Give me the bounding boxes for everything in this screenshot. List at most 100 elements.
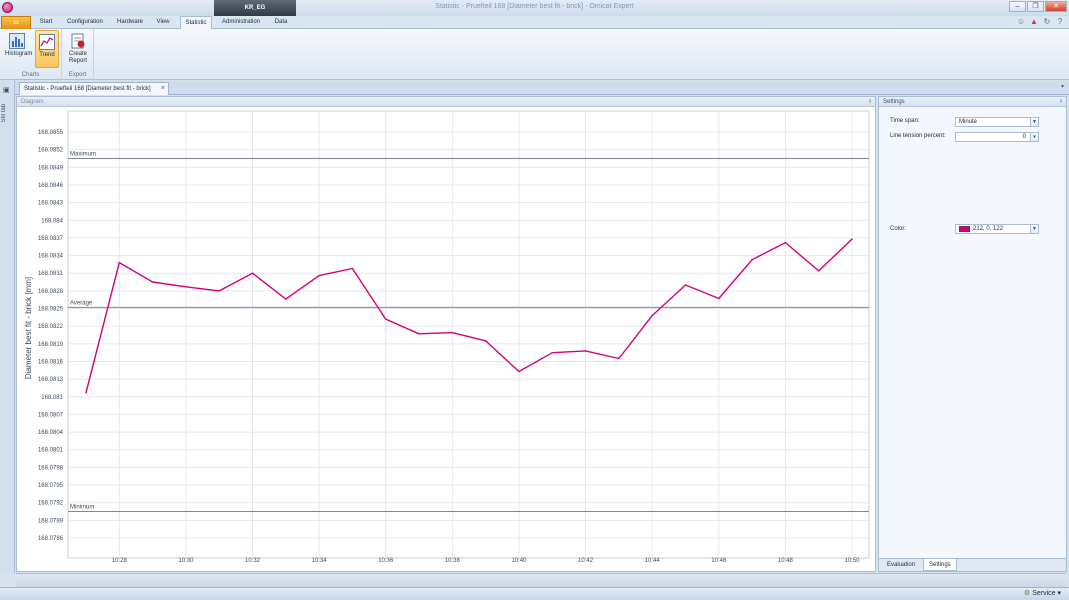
spinner-icon[interactable]: ▾ [1030, 132, 1039, 142]
charts-group: Histogram Trend Charts [0, 29, 62, 80]
data-point [518, 370, 520, 373]
histogram-button[interactable]: Histogram [5, 30, 33, 68]
help-icon[interactable]: ? [1055, 17, 1065, 27]
y-tick-label: 168.0804 [38, 430, 64, 436]
diagram-panel-title: Diagram [21, 99, 44, 105]
data-point [118, 261, 121, 264]
data-point [784, 241, 787, 244]
data-point [451, 331, 454, 334]
ribbon-tab-row: ▭ Start Configuration Hardware View Stat… [0, 16, 1069, 30]
user-icon[interactable]: ☺ [1016, 17, 1026, 27]
left-strip-label[interactable]: Stil tab [1, 104, 7, 122]
y-tick-label: 168.084 [41, 218, 63, 224]
y-tick-label: 168.0825 [38, 307, 64, 313]
window-title: Statistic - Pruefteil 168 [Diameter best… [435, 3, 634, 10]
x-axis-ticks: 10:28 10:30 10:32 10:34 10:36 10:38 10:40 10:42… [112, 558, 860, 564]
close-tab-icon[interactable]: × [161, 83, 165, 95]
reference-label-minimum: Minimum [70, 505, 94, 511]
y-tick-label: 168.0831 [38, 271, 64, 277]
x-tick-label: 10:40 [511, 558, 527, 564]
alert-icon[interactable]: ▲ [1029, 17, 1039, 27]
histogram-icon [9, 33, 25, 49]
trend-label: Trend [39, 52, 55, 58]
color-picker[interactable]: 212, 0, 122 ▼ [955, 224, 1039, 234]
settings-panel: Settings ᵡ Time span: Minute ▼ Line tens… [878, 96, 1067, 572]
title-bar: KR_EG Statistic - Pruefteil 168 [Diamete… [0, 0, 1069, 16]
report-icon [71, 33, 85, 49]
refresh-icon[interactable]: ↻ [1042, 17, 1052, 27]
tab-evaluation[interactable]: Evaluation [882, 559, 920, 571]
x-tick-label: 10:42 [578, 558, 594, 564]
data-point [551, 351, 553, 354]
y-tick-label: 168.0816 [38, 359, 64, 365]
data-point [251, 272, 254, 274]
series-line [85, 238, 853, 393]
x-tick-label: 10:50 [844, 558, 860, 564]
color-label: Color: [890, 226, 907, 232]
y-tick-label: 168.081 [41, 395, 63, 401]
file-menu-button[interactable]: ▭ [1, 16, 31, 29]
y-tick-label: 168.0786 [38, 536, 64, 542]
data-point [751, 258, 753, 261]
service-button[interactable]: ⚙ Service ▾ [1024, 589, 1061, 597]
tab-hardware[interactable]: Hardware [113, 16, 147, 29]
trend-chart-svg: MaximumAverageMinimum 168.0855168.085216… [24, 110, 870, 564]
data-point [385, 318, 387, 320]
settings-bottom-tabs: Evaluation Settings [879, 558, 1066, 571]
line-tension-label: Line tension percent: [890, 133, 946, 139]
tab-settings[interactable]: Settings [923, 559, 957, 571]
y-tick-label: 168.0795 [38, 483, 64, 489]
document-tab[interactable]: Statistic - Pruefteil 168 [Diameter best… [19, 82, 169, 95]
quick-icons: ☺ ▲ ↻ ? [1016, 17, 1065, 27]
x-tick-label: 10:46 [711, 558, 727, 564]
data-point [718, 297, 720, 300]
y-tick-label: 168.0855 [38, 130, 64, 136]
pin-icon[interactable]: ▣ [3, 86, 12, 95]
chevron-down-icon[interactable]: ▼ [1030, 224, 1039, 234]
line-tension-spinner[interactable]: 0 ▾ [955, 132, 1039, 142]
histogram-label: Histogram [5, 51, 33, 57]
y-tick-label: 168.0789 [38, 518, 64, 524]
tab-configuration[interactable]: Configuration [62, 16, 108, 29]
create-report-button[interactable]: Create Report [65, 30, 91, 68]
tab-statistic[interactable]: Statistic [180, 16, 212, 30]
x-tick-label: 10:30 [178, 558, 194, 564]
diagram-pin-icon[interactable]: ᵡ [869, 97, 871, 107]
y-tick-label: 168.0822 [38, 324, 64, 330]
settings-pin-icon[interactable]: ᵡ [1060, 97, 1062, 107]
reference-lines: Maximum Average Minimum [68, 151, 869, 513]
close-icon[interactable]: ✕ [1045, 1, 1067, 12]
minimize-icon[interactable]: – [1009, 1, 1026, 12]
time-span-select[interactable]: Minute ▼ [955, 117, 1039, 127]
x-tick-label: 10:34 [312, 558, 328, 564]
x-tick-label: 10:36 [378, 558, 394, 564]
time-span-value: Minute [959, 119, 978, 125]
x-tick-label: 10:32 [245, 558, 261, 564]
diagram-panel: Diagram ᵡ Maximum Average Minimum 168.0855… [16, 96, 876, 572]
line-tension-value: 0 [1022, 134, 1026, 140]
data-point [418, 333, 420, 335]
data-point [285, 298, 287, 300]
data-point [817, 270, 820, 272]
tab-start[interactable]: Start [36, 16, 56, 29]
ribbon: Histogram Trend Charts Create Report Exp… [0, 29, 1069, 80]
y-axis-ticks: 168.0855 168.0852 168.0849 168.0846 168.0843… [38, 130, 64, 542]
trend-button[interactable]: Trend [35, 30, 59, 68]
data-point [618, 357, 620, 360]
reference-label-average: Average [70, 300, 93, 306]
tab-view[interactable]: View [153, 16, 173, 29]
export-group-label: Export [68, 72, 87, 78]
status-bar: ⚙ Service ▾ [0, 587, 1069, 600]
left-collapsed-strip[interactable]: ▣ Stil tab [0, 80, 15, 573]
horizontal-scrollbar[interactable] [16, 573, 1066, 587]
restore-icon[interactable]: ❐ [1027, 1, 1044, 12]
y-tick-label: 168.0846 [38, 183, 64, 189]
tab-data[interactable]: Data [270, 16, 292, 29]
chevron-down-icon[interactable]: ▼ [1030, 117, 1039, 127]
y-tick-label: 168.0807 [38, 412, 64, 418]
x-tick-label: 10:28 [112, 558, 128, 564]
data-point [351, 267, 354, 270]
settings-panel-header: Settings ᵡ [879, 97, 1066, 107]
tab-list-chevron-icon[interactable]: ▾ [1061, 83, 1064, 90]
tab-administration[interactable]: Administration [217, 16, 265, 29]
